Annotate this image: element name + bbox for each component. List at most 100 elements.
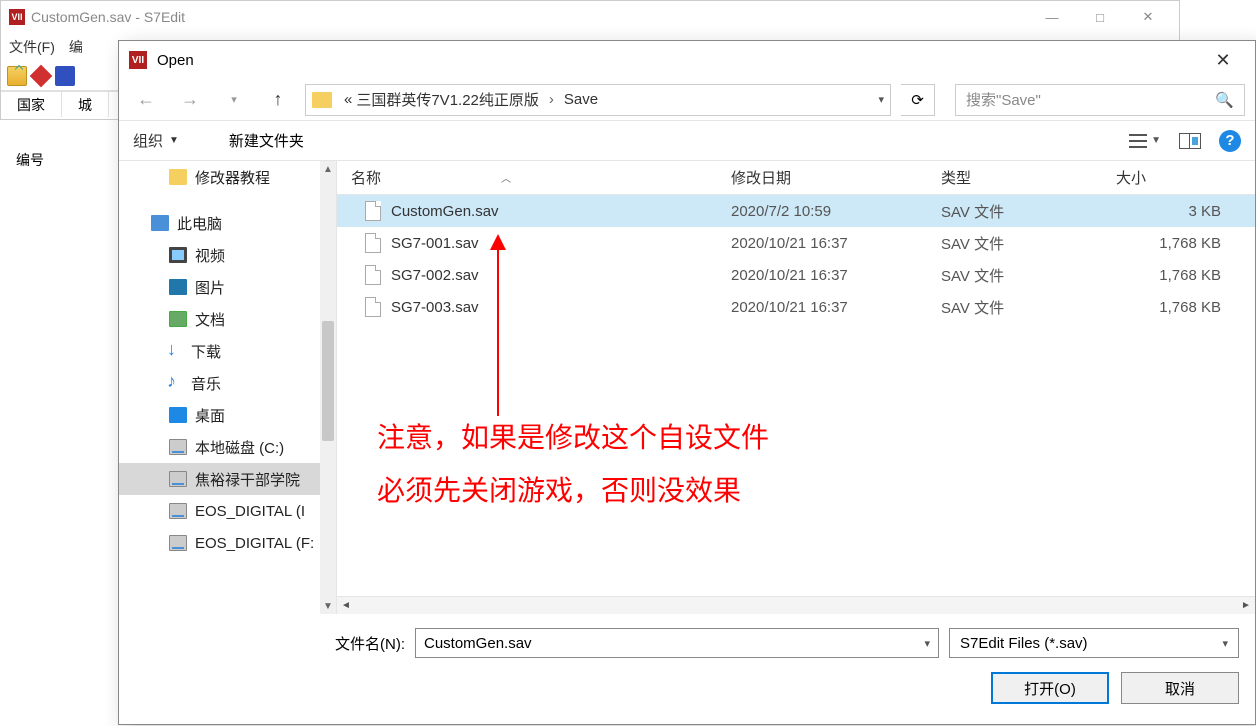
annotation-arrow (497, 236, 499, 416)
tree-item-label: 桌面 (195, 405, 225, 426)
tree-item[interactable]: 本地磁盘 (C:) (119, 431, 336, 463)
file-row[interactable]: CustomGen.sav 2020/7/2 10:59 SAV 文件 3 KB (337, 195, 1255, 227)
nav-back-button[interactable]: ← (129, 85, 163, 115)
file-row[interactable]: SG7-002.sav 2020/10/21 16:37 SAV 文件 1,76… (337, 259, 1255, 291)
minimize-button[interactable]: — (1029, 3, 1075, 31)
scroll-up-icon[interactable]: ▲ (320, 161, 336, 177)
file-icon (365, 201, 381, 221)
tree-item[interactable]: 修改器教程 (119, 161, 336, 193)
dialog-body: 修改器教程此电脑视频图片文档下载音乐桌面本地磁盘 (C:) 焦裕禄干部学院 EOS_… (119, 161, 1255, 614)
col-size[interactable]: 大小 (1102, 167, 1255, 188)
open-dialog: VII Open ✕ ← → ▾ ↑ « 三国群英传7V1.22纯正原版 › S… (118, 40, 1256, 725)
file-size: 3 KB (1102, 203, 1235, 220)
search-input[interactable]: 搜索"Save" 🔍 (955, 84, 1245, 116)
dialog-app-icon: VII (129, 51, 147, 69)
maximize-button[interactable]: □ (1077, 3, 1123, 31)
drive-icon (169, 535, 187, 551)
horizontal-scrollbar[interactable]: ◄ ► (337, 596, 1255, 614)
refresh-button[interactable]: ⟳ (901, 84, 935, 116)
sort-indicator-icon: ︿ (501, 170, 511, 185)
tree-item[interactable]: 视频 (119, 239, 336, 271)
scroll-right-icon[interactable]: ► (1237, 597, 1255, 615)
view-options-button[interactable]: ▼ (1129, 134, 1161, 148)
open-icon[interactable] (7, 66, 27, 86)
drive-icon (169, 439, 187, 455)
tab-country[interactable]: 国家 (1, 92, 62, 117)
open-button[interactable]: 打开(O) (991, 672, 1109, 704)
file-size: 1,768 KB (1102, 299, 1235, 316)
tree-item-label: EOS_DIGITAL (I (195, 503, 305, 520)
filename-label: 文件名(N): (135, 633, 405, 654)
help-icon[interactable]: ? (1219, 130, 1241, 152)
dl-icon (169, 343, 183, 359)
tree-item[interactable]: EOS_DIGITAL (F: (119, 527, 336, 559)
tree-item-label: 焦裕禄干部学院 (195, 469, 300, 490)
save-icon[interactable] (55, 66, 75, 86)
preview-pane-button[interactable] (1179, 133, 1201, 149)
file-name: CustomGen.sav (391, 203, 499, 220)
tree-item[interactable]: 焦裕禄干部学院 (119, 463, 336, 495)
tree-item[interactable]: 下载 (119, 335, 336, 367)
file-row[interactable]: SG7-003.sav 2020/10/21 16:37 SAV 文件 1,76… (337, 291, 1255, 323)
tree-item[interactable]: 此电脑 (119, 207, 336, 239)
filetype-dropdown-icon[interactable]: ▾ (1222, 637, 1228, 650)
breadcrumb-2[interactable]: Save (564, 91, 598, 108)
filename-dropdown-icon[interactable]: ▾ (924, 637, 930, 650)
address-bar[interactable]: « 三国群英传7V1.22纯正原版 › Save ▾ (305, 84, 891, 116)
file-date: 2020/10/21 16:37 (717, 267, 927, 284)
col-name[interactable]: 名称︿ (337, 167, 717, 188)
tree-item[interactable]: EOS_DIGITAL (I (119, 495, 336, 527)
tool-icon-1[interactable] (30, 64, 53, 87)
scroll-thumb[interactable] (322, 321, 334, 441)
menu-edit[interactable]: 编 (69, 37, 83, 57)
file-type: SAV 文件 (927, 265, 1102, 286)
col-type[interactable]: 类型 (927, 167, 1102, 188)
file-name: SG7-003.sav (391, 299, 479, 316)
nav-recent-button[interactable]: ▾ (217, 85, 251, 115)
file-date: 2020/10/21 16:37 (717, 299, 927, 316)
tree-item[interactable]: 文档 (119, 303, 336, 335)
tab-city[interactable]: 城 (62, 92, 109, 117)
tree-item[interactable]: 音乐 (119, 367, 336, 399)
chevron-down-icon: ▼ (169, 135, 179, 146)
file-row[interactable]: SG7-001.sav 2020/10/21 16:37 SAV 文件 1,76… (337, 227, 1255, 259)
pc-icon (151, 215, 169, 231)
menu-file[interactable]: 文件(F) (9, 37, 55, 57)
filename-input[interactable]: CustomGen.sav ▾ (415, 628, 939, 658)
nav-up-button[interactable]: ↑ (261, 85, 295, 115)
file-size: 1,768 KB (1102, 235, 1235, 252)
nav-tree: 修改器教程此电脑视频图片文档下载音乐桌面本地磁盘 (C:) 焦裕禄干部学院 EOS_… (119, 161, 337, 614)
dialog-title: Open (157, 52, 1201, 69)
tree-item-label: 图片 (195, 277, 225, 298)
new-folder-button[interactable]: 新建文件夹 (229, 130, 304, 151)
tree-item[interactable]: 图片 (119, 271, 336, 303)
tree-item-label: EOS_DIGITAL (F: (195, 535, 314, 552)
scroll-left-icon[interactable]: ◄ (337, 597, 355, 615)
dialog-close-button[interactable]: ✕ (1201, 45, 1245, 75)
file-list: 名称︿ 修改日期 类型 大小 CustomGen.sav 2020/7/2 10… (337, 161, 1255, 614)
file-name: SG7-001.sav (391, 235, 479, 252)
file-date: 2020/7/2 10:59 (717, 203, 927, 220)
search-icon: 🔍 (1215, 91, 1234, 109)
dialog-titlebar: VII Open ✕ (119, 41, 1255, 79)
filetype-select[interactable]: S7Edit Files (*.sav) ▾ (949, 628, 1239, 658)
folder-icon (169, 169, 187, 185)
app-icon: VII (9, 9, 25, 25)
scroll-down-icon[interactable]: ▼ (320, 598, 336, 614)
cancel-button[interactable]: 取消 (1121, 672, 1239, 704)
bg-titlebar: VII CustomGen.sav - S7Edit — □ ✕ (1, 1, 1179, 33)
close-button[interactable]: ✕ (1125, 3, 1171, 31)
folder-icon (312, 92, 332, 108)
address-dropdown-icon[interactable]: ▾ (878, 93, 884, 106)
bg-title: CustomGen.sav - S7Edit (31, 9, 1029, 25)
dialog-toolbar: 组织 ▼ 新建文件夹 ▼ ? (119, 121, 1255, 161)
tree-item-label: 音乐 (191, 373, 221, 394)
tree-scrollbar[interactable]: ▲▼ (320, 161, 336, 614)
file-icon (365, 297, 381, 317)
tree-item[interactable]: 桌面 (119, 399, 336, 431)
breadcrumb-prefix: « (344, 91, 352, 108)
col-date[interactable]: 修改日期 (717, 167, 927, 188)
organize-button[interactable]: 组织 ▼ (133, 130, 179, 151)
file-date: 2020/10/21 16:37 (717, 235, 927, 252)
breadcrumb-1[interactable]: 三国群英传7V1.22纯正原版 (356, 89, 539, 110)
